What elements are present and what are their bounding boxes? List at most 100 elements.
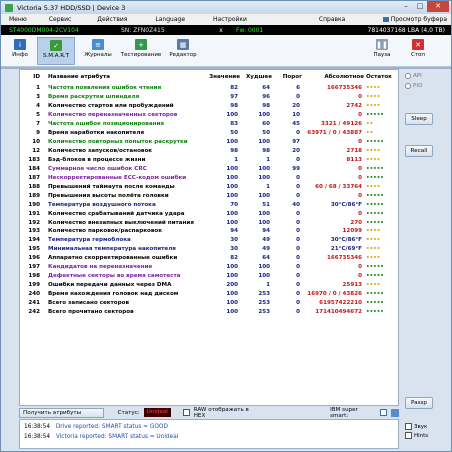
- attr-absolute: 30°C/86°F: [330, 237, 362, 244]
- raw-hex-checkbox[interactable]: [182, 409, 190, 416]
- attr-id: 1: [36, 85, 40, 92]
- tab-smart[interactable]: ✓ S.M.A.R.T: [37, 37, 75, 65]
- tab-editor[interactable]: ▦ Редактор: [165, 37, 201, 65]
- attr-name: Всего записано секторов: [48, 299, 130, 306]
- ibm-settings-icon[interactable]: [391, 408, 399, 417]
- table-row[interactable]: 3 Время раскрутки шпинделя 97 96 0 0 ••••: [20, 93, 398, 102]
- passp-button[interactable]: Passp: [405, 397, 433, 409]
- attr-worst: 60: [262, 121, 270, 128]
- get-smart-button[interactable]: Получить атрибуты SMART: [19, 407, 104, 425]
- col-value[interactable]: Значение: [206, 70, 240, 84]
- menu-service[interactable]: Сервис: [47, 16, 73, 23]
- menu-bar: Меню Сервис Действия Language Настройки …: [1, 14, 451, 25]
- tab-info[interactable]: i Инфо: [5, 37, 35, 65]
- info-icon: i: [14, 39, 26, 50]
- table-row[interactable]: 190 Температура воздушного потока 70 51 40 30…: [20, 200, 398, 209]
- sleep-button[interactable]: Sleep: [405, 113, 433, 125]
- tab-logs[interactable]: ≡ Журналы: [79, 37, 117, 65]
- attr-worst: 98: [262, 103, 270, 110]
- drive-model[interactable]: ST4000DM004-2CV104: [1, 27, 121, 34]
- menu-main[interactable]: Меню: [7, 16, 29, 23]
- table-row[interactable]: 194 Температура гермоблока 30 49 0 30°C/86°F •…: [20, 236, 398, 245]
- attr-id: 188: [28, 183, 40, 190]
- table-row[interactable]: 240 Время нахождения головок над диском 10…: [20, 290, 398, 299]
- attr-remaining: •••••: [366, 112, 384, 119]
- attr-name: Время наработки накопителя: [48, 130, 145, 137]
- app-icon: [5, 3, 13, 12]
- attr-remaining: •••••: [366, 139, 384, 146]
- attr-value: 100: [226, 112, 238, 119]
- attr-threshold: 0: [296, 210, 300, 217]
- minimize-button[interactable]: –: [399, 1, 413, 12]
- close-button[interactable]: ✕: [427, 1, 449, 12]
- table-row[interactable]: 193 Количество парковок/распарковок 94 94 0 1…: [20, 227, 398, 236]
- table-row[interactable]: 184 Суммарное число ошибок CRC 100 100 99 0 ••…: [20, 164, 398, 173]
- attr-absolute: 63971 / 0 / 43887: [307, 130, 362, 137]
- table-row[interactable]: 242 Всего прочитано секторов 100 253 0 171410…: [20, 307, 398, 316]
- table-row[interactable]: 5 Количество переназначенных секторов 100 1…: [20, 111, 398, 120]
- table-row[interactable]: 10 Количество повторных попыток раскрутки…: [20, 138, 398, 147]
- table-row[interactable]: 12 Количество запусков/остановок 98 98 20 271…: [20, 147, 398, 156]
- attr-remaining: •••••: [366, 174, 384, 181]
- attr-threshold: 40: [292, 201, 300, 208]
- attr-name: Дефектные секторы во время самотеста: [48, 273, 181, 280]
- hints-checkbox[interactable]: Hints: [405, 432, 451, 439]
- recall-button[interactable]: Recall: [405, 145, 433, 157]
- table-row[interactable]: 183 Бэд-блоков в процессе жизни 1 1 0 8113 •••…: [20, 156, 398, 165]
- attr-threshold: 0: [296, 183, 300, 190]
- attr-absolute: 2718: [346, 148, 362, 155]
- table-row[interactable]: 188 Превышений таймаута после команды 100 1…: [20, 182, 398, 191]
- attr-worst: 253: [258, 291, 270, 298]
- stop-button[interactable]: ✕ Стоп: [405, 37, 431, 65]
- attr-worst: 100: [258, 264, 270, 271]
- attr-absolute: 8113: [346, 156, 362, 163]
- col-absolute[interactable]: Абсолютное: [302, 70, 364, 84]
- ibm-checkbox[interactable]: [380, 409, 388, 416]
- table-row[interactable]: 7 Частота ошибок позиционирования 83 60 45 33…: [20, 120, 398, 129]
- attr-worst: 1: [266, 183, 270, 190]
- table-row[interactable]: 195 Минимальная температура накопителя 30 4…: [20, 245, 398, 254]
- table-row[interactable]: 196 Аппаратно скорректированные ошибки 82 6…: [20, 254, 398, 263]
- table-row[interactable]: 199 Ошибки передачи данных через DMA 200 1 0…: [20, 281, 398, 290]
- attr-name: Аппаратно скорректированные ошибки: [48, 255, 178, 262]
- col-worst[interactable]: Худшее: [240, 70, 272, 84]
- maximize-button[interactable]: □: [413, 1, 427, 12]
- table-row[interactable]: 241 Всего записано секторов 100 253 0 6195742…: [20, 299, 398, 308]
- pio-radio[interactable]: PIO: [405, 83, 451, 89]
- table-row[interactable]: 191 Количество срабатываний датчика удара…: [20, 209, 398, 218]
- attr-worst: 100: [258, 273, 270, 280]
- sound-checkbox[interactable]: Звук: [405, 423, 451, 430]
- stop-icon: ✕: [412, 39, 424, 50]
- table-row[interactable]: 197 Кандидатов на переназначение 100 100 0 0 •…: [20, 263, 398, 272]
- attr-worst: 100: [258, 165, 270, 172]
- table-row[interactable]: 198 Дефектные секторы во время самотеста 1…: [20, 272, 398, 281]
- col-id[interactable]: ID: [20, 70, 46, 84]
- menu-help[interactable]: Справка: [317, 16, 347, 23]
- pause-button[interactable]: ❚❚ Пауза: [369, 37, 395, 65]
- drive-close[interactable]: x: [216, 27, 226, 34]
- table-row[interactable]: 1 Частота появления ошибок чтения 82 64 6 166…: [20, 84, 398, 93]
- attr-worst: 253: [258, 299, 270, 306]
- attr-absolute: 30°C/86°F: [330, 201, 362, 208]
- attr-value: 100: [226, 299, 238, 306]
- table-row[interactable]: 4 Количество стартов или пробуждений 98 98 2…: [20, 102, 398, 111]
- col-remaining[interactable]: Остаток: [364, 70, 398, 84]
- attr-absolute: 25913: [342, 282, 362, 289]
- menu-settings[interactable]: Настройки: [211, 16, 249, 23]
- attr-id: 183: [28, 156, 40, 163]
- menu-actions[interactable]: Действия: [95, 16, 129, 23]
- tab-testing[interactable]: + Тестирование: [119, 37, 163, 65]
- attr-remaining: ••••: [366, 148, 381, 155]
- attr-remaining: ••: [366, 121, 374, 128]
- col-name[interactable]: Название атрибута: [46, 70, 206, 84]
- table-row[interactable]: 192 Количество внезапных выключений питан…: [20, 218, 398, 227]
- api-radio[interactable]: API: [405, 73, 451, 79]
- attr-value: 100: [226, 219, 238, 226]
- attr-threshold: 0: [296, 130, 300, 137]
- buffer-view-link[interactable]: Просмотр буфера: [382, 16, 447, 23]
- table-row[interactable]: 189 Превышения высоты полёта головки 100 10…: [20, 191, 398, 200]
- table-row[interactable]: 9 Время наработки накопителя 50 50 0 63971 / …: [20, 129, 398, 138]
- table-row[interactable]: 187 Нескорректированные ECC-кодом ошибки 1…: [20, 173, 398, 182]
- menu-language[interactable]: Language: [153, 16, 187, 23]
- col-threshold[interactable]: Порог: [272, 70, 302, 84]
